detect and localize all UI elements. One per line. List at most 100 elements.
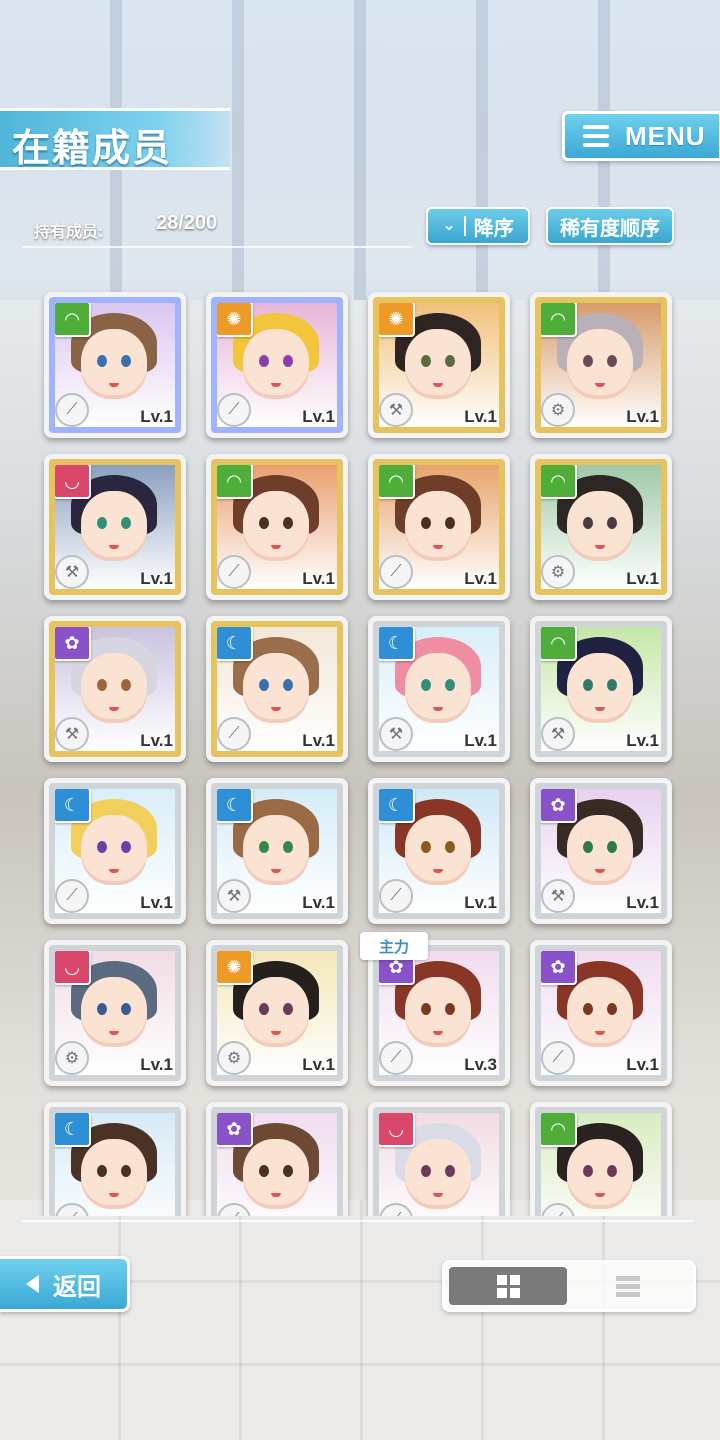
member-card[interactable]: ◡⟋ bbox=[368, 1102, 510, 1216]
member-card[interactable]: ✿ ⟋ Lv.3 bbox=[368, 940, 510, 1086]
member-level: Lv.1 bbox=[140, 1055, 173, 1074]
portrait-eye bbox=[607, 1003, 617, 1015]
member-card[interactable]: ✿ ⚒ Lv.1 bbox=[44, 616, 186, 762]
portrait-eye bbox=[97, 517, 107, 529]
portrait-eye bbox=[583, 517, 593, 529]
portrait-face bbox=[81, 329, 147, 399]
member-level: Lv.1 bbox=[626, 569, 659, 588]
member-card[interactable]: ☾ ⟋ Lv.1 bbox=[206, 616, 348, 762]
portrait-face bbox=[567, 815, 633, 885]
portrait-eye bbox=[283, 355, 293, 367]
attribute-purple-icon: ✿ bbox=[541, 789, 577, 823]
member-card[interactable]: ✺ ⚙ Lv.1 bbox=[206, 940, 348, 1086]
page-title-banner: 在籍成员 bbox=[0, 108, 230, 170]
portrait-eye bbox=[97, 841, 107, 853]
portrait-eye bbox=[259, 517, 269, 529]
page-title: 在籍成员 bbox=[12, 128, 173, 170]
member-portrait-frame: ☾⟋ bbox=[49, 1107, 181, 1216]
member-card[interactable]: ✺ ⟋ Lv.1 bbox=[206, 292, 348, 438]
attribute-green-icon: ◠ bbox=[541, 465, 577, 499]
member-card[interactable]: ◠⟋ bbox=[530, 1102, 672, 1216]
sword-type-icon: ⟋ bbox=[379, 879, 413, 913]
list-view-icon[interactable] bbox=[567, 1267, 689, 1305]
grid-divider bbox=[22, 1220, 694, 1222]
member-level: Lv.1 bbox=[464, 893, 497, 912]
view-toggle bbox=[442, 1260, 696, 1312]
attribute-blue-icon: ☾ bbox=[55, 789, 91, 823]
member-card[interactable]: ☾ ⚒ Lv.1 bbox=[206, 778, 348, 924]
member-card[interactable]: ◠ ⚙ Lv.1 bbox=[530, 454, 672, 600]
member-level: Lv.1 bbox=[140, 731, 173, 750]
portrait-face bbox=[243, 1139, 309, 1209]
sort-key-button[interactable]: 稀有度顺序 bbox=[546, 207, 674, 245]
member-level: Lv.1 bbox=[302, 569, 335, 588]
attribute-green-icon: ◠ bbox=[217, 465, 253, 499]
member-portrait-frame: ☾ ⚒ Lv.1 bbox=[211, 783, 343, 919]
sort-order-label: 降序 bbox=[473, 217, 514, 240]
portrait-eye bbox=[121, 679, 131, 691]
gear-type-icon: ⚙ bbox=[541, 393, 575, 427]
member-card[interactable]: ✺ ⚒ Lv.1 bbox=[368, 292, 510, 438]
member-card[interactable]: ◡ ⚒ Lv.1 bbox=[44, 454, 186, 600]
portrait-eye bbox=[421, 1165, 431, 1177]
member-card[interactable]: ☾⟋ bbox=[44, 1102, 186, 1216]
portrait-eye bbox=[445, 679, 455, 691]
member-card[interactable]: ✿ ⚒ Lv.1 bbox=[530, 778, 672, 924]
attribute-pink-icon: ◡ bbox=[55, 951, 91, 985]
portrait-face bbox=[81, 815, 147, 885]
header-divider bbox=[22, 246, 412, 248]
portrait-eye bbox=[607, 1165, 617, 1177]
portrait-eye bbox=[583, 1165, 593, 1177]
member-card[interactable]: ✿⟋ bbox=[206, 1102, 348, 1216]
portrait-face bbox=[243, 329, 309, 399]
member-level: Lv.1 bbox=[302, 893, 335, 912]
member-level: Lv.3 bbox=[464, 1055, 497, 1074]
hammer-type-icon: ⚒ bbox=[379, 717, 413, 751]
attribute-purple-icon: ✿ bbox=[541, 951, 577, 985]
member-card[interactable]: ◡ ⚙ Lv.1 bbox=[44, 940, 186, 1086]
member-card[interactable]: ◠ ⟋ Lv.1 bbox=[206, 454, 348, 600]
member-card[interactable]: ◠ ⚙ Lv.1 bbox=[530, 292, 672, 438]
attribute-blue-icon: ☾ bbox=[379, 627, 415, 661]
gear-type-icon: ⚙ bbox=[217, 1041, 251, 1075]
member-portrait-frame: ✺ ⟋ Lv.1 bbox=[211, 297, 343, 433]
portrait-eye bbox=[259, 841, 269, 853]
portrait-eye bbox=[607, 355, 617, 367]
portrait-eye bbox=[445, 841, 455, 853]
portrait-eye bbox=[583, 1003, 593, 1015]
portrait-face bbox=[567, 977, 633, 1047]
portrait-face bbox=[567, 653, 633, 723]
member-card[interactable]: ☾ ⟋ Lv.1 bbox=[44, 778, 186, 924]
portrait-face bbox=[243, 491, 309, 561]
member-portrait-frame: ◠ ⚙ Lv.1 bbox=[535, 297, 667, 433]
member-count-label: 持有成员: bbox=[34, 224, 104, 241]
attribute-blue-icon: ☾ bbox=[217, 789, 253, 823]
portrait-eye bbox=[421, 517, 431, 529]
portrait-face bbox=[405, 1139, 471, 1209]
grid-view-icon[interactable] bbox=[449, 1267, 567, 1305]
menu-button[interactable]: MENU bbox=[562, 111, 720, 161]
wrench-type-icon: ⚒ bbox=[379, 393, 413, 427]
member-card[interactable]: ◠ ⚒ Lv.1 bbox=[530, 616, 672, 762]
portrait-eye bbox=[607, 679, 617, 691]
sword-type-icon: ⟋ bbox=[379, 1041, 413, 1075]
member-portrait-frame: ◠ ⟋ Lv.1 bbox=[49, 297, 181, 433]
member-portrait-frame: ☾ ⟋ Lv.1 bbox=[211, 621, 343, 757]
back-label: 返回 bbox=[53, 1273, 101, 1301]
gear-type-icon: ⚙ bbox=[541, 555, 575, 589]
sort-order-button[interactable]: ⌄ 降序 bbox=[426, 207, 530, 245]
member-grid: ◠ ⟋ Lv.1 ✺ ⟋ Lv.1 ✺ ⚒ Lv.1 ◠ ⚙ Lv.1 ◡ ⚒ Lv.1 ◠ ⟋ Lv.1 ◠ ⟋ Lv… bbox=[0, 290, 720, 1216]
back-button[interactable]: 返回 bbox=[0, 1256, 130, 1312]
member-card[interactable]: ✿ ⟋ Lv.1 bbox=[530, 940, 672, 1086]
portrait-face bbox=[567, 491, 633, 561]
attribute-blue-icon: ☾ bbox=[217, 627, 253, 661]
member-card[interactable]: ☾ ⟋ Lv.1 bbox=[368, 778, 510, 924]
member-card[interactable]: ☾ ⚒ Lv.1 bbox=[368, 616, 510, 762]
member-card[interactable]: ◠ ⟋ Lv.1 bbox=[368, 454, 510, 600]
menu-label: MENU bbox=[625, 120, 706, 151]
portrait-eye bbox=[583, 841, 593, 853]
member-card[interactable]: ◠ ⟋ Lv.1 bbox=[44, 292, 186, 438]
portrait-face bbox=[81, 977, 147, 1047]
triangle-left-icon bbox=[26, 1275, 39, 1293]
attribute-green-icon: ◠ bbox=[379, 465, 415, 499]
